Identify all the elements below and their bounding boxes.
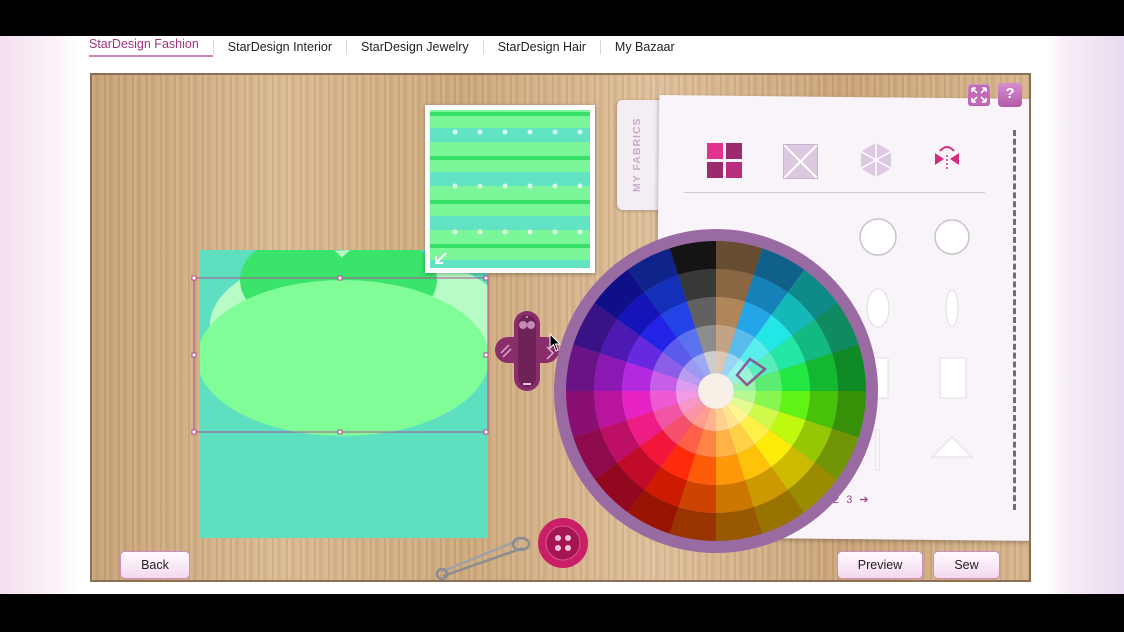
tab-stardesign-jewelry[interactable]: StarDesign Jewelry (346, 40, 483, 54)
tab-stardesign-interior[interactable]: StarDesign Interior (212, 40, 346, 54)
help-icon[interactable]: ? (998, 83, 1022, 107)
mouse-cursor-icon (549, 333, 562, 352)
tab-stardesign-fashion[interactable]: StarDesign Fashion (89, 37, 213, 57)
shape-rect-thumb-2 (939, 357, 967, 399)
selection-box[interactable] (190, 274, 492, 436)
tab-stardesign-hair[interactable]: StarDesign Hair (482, 40, 600, 54)
resize-handle-tl (191, 275, 197, 281)
resize-handle-bl (191, 429, 197, 435)
preview-button[interactable]: Preview (837, 551, 923, 579)
resize-handle-tr (483, 275, 489, 281)
panel-divider (684, 192, 985, 193)
color-wheel-center[interactable] (698, 373, 734, 409)
hexagon-pattern-icon[interactable] (858, 142, 894, 178)
top-nav: StarDesign Fashion StarDesign Interior S… (89, 36, 689, 58)
resize-handle-r (483, 352, 489, 358)
resize-handle-br (483, 429, 489, 435)
my-fabrics-label: MY FABRICS (631, 117, 643, 192)
shape-thin-oval-thumb (945, 289, 959, 327)
resize-arrow-icon[interactable] (432, 250, 450, 268)
safety-pin-icon (435, 536, 531, 580)
mirror-pattern-icon[interactable] (932, 143, 962, 173)
color-wheel[interactable] (552, 227, 880, 555)
grid-pattern-icon[interactable] (707, 143, 743, 179)
shape-triangle-thumb (930, 436, 974, 458)
tab-my-bazaar[interactable]: My Bazaar (599, 40, 689, 54)
resize-handle-l (191, 352, 197, 358)
panel-stitch-line (1013, 130, 1016, 510)
back-button[interactable]: Back (120, 551, 190, 579)
sew-button[interactable]: Sew (933, 551, 1000, 579)
shape-circle-thumb-2 (934, 219, 970, 255)
resize-handle-b (337, 429, 343, 435)
zoom-icon[interactable] (968, 84, 990, 106)
diagonal-pattern-icon[interactable] (783, 144, 819, 180)
my-fabrics-tab[interactable]: MY FABRICS (617, 100, 661, 210)
resize-handle-t (337, 275, 343, 281)
design-workbench: MY FABRICS 2 3 ➔ ? Back Preview Sew (90, 73, 1031, 582)
